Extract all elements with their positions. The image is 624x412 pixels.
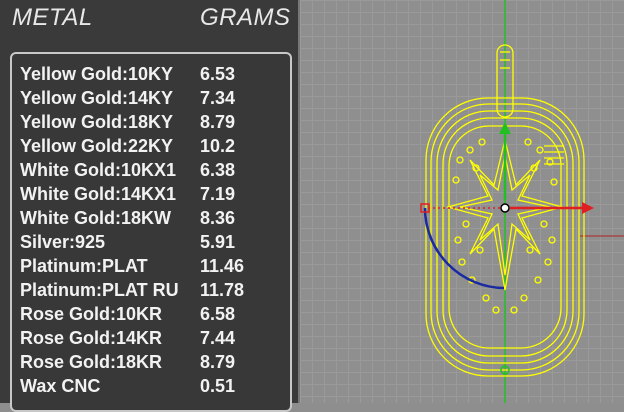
pendant-wireframe[interactable] (300, 0, 624, 403)
metal-name: White Gold:10KX1 (20, 160, 177, 180)
metal-name: Rose Gold:18KR (20, 352, 163, 372)
metal-name: Yellow Gold:22KY (20, 136, 174, 156)
3d-viewport[interactable] (300, 0, 624, 403)
grams-value: 7.19 (200, 184, 236, 204)
gumball-center[interactable] (500, 203, 510, 213)
metal-name: Rose Gold:10KR (20, 304, 163, 324)
metal-name: Platinum:PLAT (20, 256, 148, 276)
grams-value: 10.2 (200, 136, 236, 156)
metal-name: White Gold:14KX1 (20, 184, 177, 204)
metal-name: White Gold:18KW (20, 208, 171, 228)
grams-value: 6.58 (200, 304, 236, 324)
grams-value: 7.44 (200, 328, 236, 348)
grams-value: 8.36 (200, 208, 236, 228)
grams-value: 11.46 (200, 256, 245, 276)
metal-name: Yellow Gold:14KY (20, 88, 174, 108)
metal-name: Platinum:PLAT RU (20, 280, 179, 300)
metal-weights-panel: METAL GRAMS Yellow Gold:10KY 6.53 Yellow G… (0, 0, 300, 412)
metal-name: Rose Gold:14KR (20, 328, 163, 348)
grams-value: 0.51 (200, 376, 236, 396)
grams-value: 5.91 (200, 232, 236, 252)
grams-value: 11.78 (200, 280, 245, 300)
y-arrow-head[interactable] (499, 122, 511, 134)
grams-value: 8.79 (200, 112, 236, 132)
metal-name: Silver:925 (20, 232, 106, 252)
metal-name: Wax CNC (20, 376, 101, 396)
metal-column-header: METAL (12, 4, 93, 31)
grams-column-header: GRAMS (200, 4, 291, 31)
metal-name: Yellow Gold:18KY (20, 112, 174, 132)
metal-name: Yellow Gold:10KY (20, 64, 174, 84)
grams-value: 8.79 (200, 352, 236, 372)
grams-value: 6.53 (200, 64, 236, 84)
grams-value: 7.34 (200, 88, 236, 108)
x-arrow-head[interactable] (582, 202, 594, 214)
grams-value: 6.38 (200, 160, 236, 180)
